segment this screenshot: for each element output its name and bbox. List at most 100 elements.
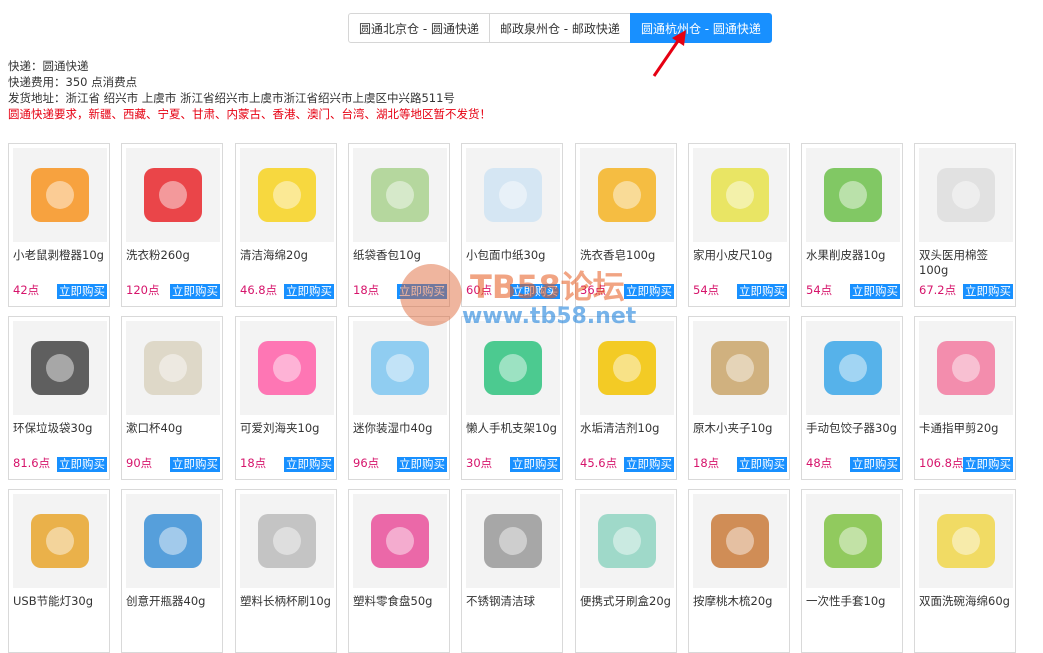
product-card[interactable]: 不锈钢清洁球	[461, 489, 563, 653]
product-image[interactable]	[580, 321, 674, 415]
tab-quanzhou[interactable]: 邮政泉州仓 - 邮政快递	[488, 13, 631, 43]
product-card[interactable]: 洗衣粉260g 120点 立即购买	[121, 143, 223, 307]
product-card[interactable]: 清洁海绵20g 46.8点 立即购买	[235, 143, 337, 307]
product-image[interactable]	[919, 494, 1013, 588]
product-card[interactable]: 塑料零食盘50g	[348, 489, 450, 653]
product-card[interactable]: USB节能灯30g	[8, 489, 110, 653]
product-image[interactable]	[806, 148, 900, 242]
product-card[interactable]: 卡通指甲剪20g 106.8点 立即购买	[914, 316, 1016, 480]
product-image[interactable]	[919, 321, 1013, 415]
buy-now-button[interactable]: 立即购买	[284, 284, 334, 299]
product-card[interactable]: 双面洗碗海绵60g	[914, 489, 1016, 653]
product-name[interactable]: 懒人手机支架10g	[466, 421, 562, 436]
buy-now-button[interactable]: 立即购买	[57, 457, 107, 472]
product-card[interactable]: 水果削皮器10g 54点 立即购买	[801, 143, 903, 307]
product-image[interactable]	[240, 148, 334, 242]
product-image[interactable]	[806, 494, 900, 588]
buy-now-button[interactable]: 立即购买	[850, 457, 900, 472]
product-image[interactable]	[126, 321, 220, 415]
product-image[interactable]	[693, 321, 787, 415]
product-card[interactable]: 懒人手机支架10g 30点 立即购买	[461, 316, 563, 480]
product-card[interactable]: 小老鼠剥橙器10g 42点 立即购买	[8, 143, 110, 307]
buy-now-button[interactable]: 立即购买	[284, 457, 334, 472]
product-image[interactable]	[693, 148, 787, 242]
product-image[interactable]	[353, 321, 447, 415]
buy-now-button[interactable]: 立即购买	[170, 457, 220, 472]
product-name[interactable]: 双头医用棉签100g	[919, 248, 1015, 278]
product-card[interactable]: 可爱刘海夹10g 18点 立即购买	[235, 316, 337, 480]
product-image[interactable]	[126, 494, 220, 588]
buy-now-button[interactable]: 立即购买	[510, 284, 560, 299]
product-name[interactable]: 原木小夹子10g	[693, 421, 789, 436]
product-name[interactable]: 纸袋香包10g	[353, 248, 449, 263]
product-name[interactable]: 漱口杯40g	[126, 421, 222, 436]
product-name[interactable]: 小包面巾纸30g	[466, 248, 562, 263]
buy-now-button[interactable]: 立即购买	[397, 284, 447, 299]
tab-beijing[interactable]: 圆通北京仓 - 圆通快递	[348, 13, 490, 43]
product-image[interactable]	[466, 321, 560, 415]
product-name[interactable]: 手动包饺子器30g	[806, 421, 902, 436]
buy-now-button[interactable]: 立即购买	[963, 284, 1013, 299]
product-image[interactable]	[806, 321, 900, 415]
product-name[interactable]: 小老鼠剥橙器10g	[13, 248, 109, 263]
product-name[interactable]: 水果削皮器10g	[806, 248, 902, 263]
product-image[interactable]	[13, 494, 107, 588]
product-image[interactable]	[919, 148, 1013, 242]
product-name[interactable]: 塑料长柄杯刷10g	[240, 594, 336, 609]
product-name[interactable]: 一次性手套10g	[806, 594, 902, 609]
product-card[interactable]: 纸袋香包10g 18点 立即购买	[348, 143, 450, 307]
product-image[interactable]	[353, 148, 447, 242]
product-image[interactable]	[13, 321, 107, 415]
product-name[interactable]: USB节能灯30g	[13, 594, 109, 609]
product-card[interactable]: 一次性手套10g	[801, 489, 903, 653]
product-card[interactable]: 双头医用棉签100g 67.2点 立即购买	[914, 143, 1016, 307]
product-card[interactable]: 按摩桃木梳20g	[688, 489, 790, 653]
product-card[interactable]: 漱口杯40g 90点 立即购买	[121, 316, 223, 480]
buy-now-button[interactable]: 立即购买	[57, 284, 107, 299]
product-name[interactable]: 便携式牙刷盒20g	[580, 594, 676, 609]
buy-now-button[interactable]: 立即购买	[170, 284, 220, 299]
product-card[interactable]: 便携式牙刷盒20g	[575, 489, 677, 653]
product-card[interactable]: 手动包饺子器30g 48点 立即购买	[801, 316, 903, 480]
product-card[interactable]: 洗衣香皂100g 36点 立即购买	[575, 143, 677, 307]
product-card[interactable]: 家用小皮尺10g 54点 立即购买	[688, 143, 790, 307]
product-name[interactable]: 洗衣粉260g	[126, 248, 222, 263]
product-name[interactable]: 按摩桃木梳20g	[693, 594, 789, 609]
buy-now-button[interactable]: 立即购买	[737, 284, 787, 299]
product-name[interactable]: 可爱刘海夹10g	[240, 421, 336, 436]
buy-now-button[interactable]: 立即购买	[510, 457, 560, 472]
product-image[interactable]	[693, 494, 787, 588]
product-name[interactable]: 迷你装湿巾40g	[353, 421, 449, 436]
product-card[interactable]: 水垢清洁剂10g 45.6点 立即购买	[575, 316, 677, 480]
product-card[interactable]: 迷你装湿巾40g 96点 立即购买	[348, 316, 450, 480]
product-card[interactable]: 塑料长柄杯刷10g	[235, 489, 337, 653]
product-image[interactable]	[126, 148, 220, 242]
product-name[interactable]: 创意开瓶器40g	[126, 594, 222, 609]
product-name[interactable]: 洗衣香皂100g	[580, 248, 676, 263]
product-image[interactable]	[353, 494, 447, 588]
product-image[interactable]	[580, 148, 674, 242]
buy-now-button[interactable]: 立即购买	[624, 457, 674, 472]
product-image[interactable]	[466, 148, 560, 242]
buy-now-button[interactable]: 立即购买	[624, 284, 674, 299]
product-name[interactable]: 塑料零食盘50g	[353, 594, 449, 609]
buy-now-button[interactable]: 立即购买	[963, 457, 1013, 472]
product-name[interactable]: 双面洗碗海绵60g	[919, 594, 1015, 609]
product-name[interactable]: 水垢清洁剂10g	[580, 421, 676, 436]
product-card[interactable]: 环保垃圾袋30g 81.6点 立即购买	[8, 316, 110, 480]
buy-now-button[interactable]: 立即购买	[397, 457, 447, 472]
buy-now-button[interactable]: 立即购买	[737, 457, 787, 472]
product-name[interactable]: 卡通指甲剪20g	[919, 421, 1015, 436]
product-name[interactable]: 家用小皮尺10g	[693, 248, 789, 263]
product-card[interactable]: 原木小夹子10g 18点 立即购买	[688, 316, 790, 480]
product-card[interactable]: 小包面巾纸30g 60点 立即购买	[461, 143, 563, 307]
buy-now-button[interactable]: 立即购买	[850, 284, 900, 299]
product-image[interactable]	[580, 494, 674, 588]
product-name[interactable]: 环保垃圾袋30g	[13, 421, 109, 436]
product-name[interactable]: 清洁海绵20g	[240, 248, 336, 263]
product-image[interactable]	[240, 494, 334, 588]
product-card[interactable]: 创意开瓶器40g	[121, 489, 223, 653]
product-image[interactable]	[240, 321, 334, 415]
product-name[interactable]: 不锈钢清洁球	[466, 594, 562, 609]
product-image[interactable]	[13, 148, 107, 242]
